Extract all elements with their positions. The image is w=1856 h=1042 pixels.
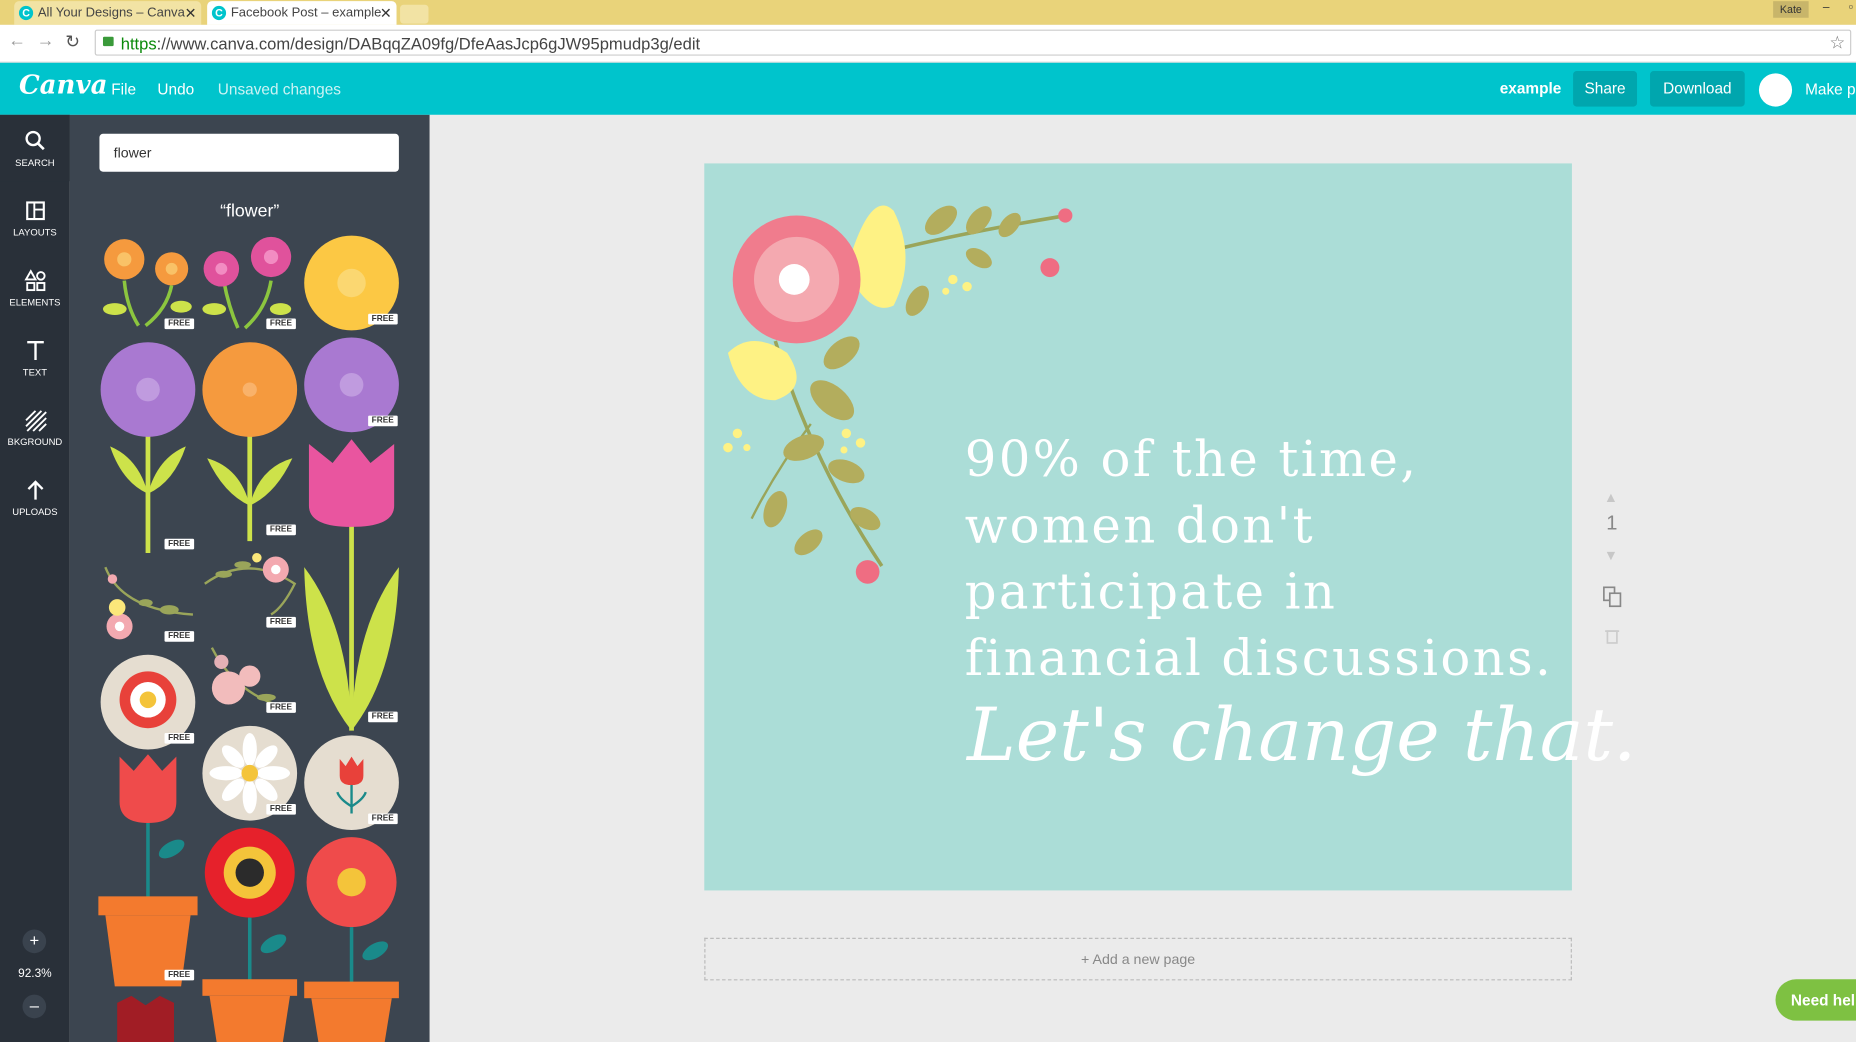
bookmark-star-icon[interactable]: ☆ [1829, 32, 1845, 53]
free-badge: FREE [368, 711, 398, 723]
zoom-out-button[interactable]: – [22, 994, 47, 1019]
make-public-label: Make pu [1805, 80, 1856, 99]
rail-label: LAYOUTS [13, 227, 57, 239]
free-badge: FREE [164, 318, 194, 330]
back-icon[interactable]: ← [8, 31, 26, 51]
free-badge: FREE [266, 702, 296, 713]
canva-logo[interactable]: Canva [19, 70, 108, 101]
rail-item-layouts[interactable]: LAYOUTS [0, 185, 70, 251]
tab-title: All Your Designs – Canva [37, 5, 185, 21]
share-button[interactable]: Share [1573, 71, 1638, 107]
page-number: 1 [1606, 511, 1618, 535]
trash-icon[interactable] [1605, 628, 1620, 645]
url-text: https://www.canva.com/design/DABqqZA09fg… [120, 34, 701, 54]
text-icon [26, 341, 44, 360]
project-name[interactable]: example [1500, 79, 1562, 97]
editor-header: Canva File Undo Unsaved changes example … [0, 62, 1856, 115]
rail-label: UPLOADS [12, 506, 58, 518]
undo-button[interactable]: Undo [157, 81, 194, 99]
url-field[interactable]: https://www.canva.com/design/DABqqZA09fg… [94, 29, 1852, 56]
free-badge: FREE [266, 318, 296, 330]
layouts-icon [25, 201, 45, 221]
free-badge: FREE [266, 616, 296, 628]
move-down-icon[interactable]: ▼ [1604, 547, 1618, 564]
download-button[interactable]: Download [1650, 71, 1745, 107]
free-badge: FREE [368, 415, 398, 427]
free-badge: FREE [164, 538, 194, 550]
forward-icon[interactable]: → [37, 31, 55, 51]
rail-item-search[interactable]: SEARCH [0, 114, 70, 182]
reload-icon[interactable]: ↻ [65, 31, 80, 52]
restore-icon[interactable]: ▫ [1849, 1, 1853, 14]
zoom-in-button[interactable]: + [22, 929, 47, 954]
add-new-page-button[interactable]: + Add a new page [704, 937, 1572, 981]
save-status: Unsaved changes [217, 80, 341, 99]
canva-favicon-icon: C [18, 5, 34, 21]
search-input[interactable] [99, 133, 399, 172]
flower-graphic-branch-wreath[interactable] [200, 548, 299, 619]
rail-label: BKGROUND [7, 436, 63, 448]
free-badge: FREE [368, 313, 398, 325]
flower-graphic-partial[interactable] [110, 995, 181, 1042]
quote-text[interactable]: 90% of the time, women don't participate… [965, 426, 1557, 691]
search-icon [24, 130, 45, 151]
browser-tab-bar: C All Your Designs – Canva ✕ C Facebook … [0, 0, 1856, 25]
free-badge: FREE [368, 813, 398, 825]
rail-item-elements[interactable]: ELEMENTS [0, 255, 70, 321]
rail-item-text[interactable]: TEXT [0, 324, 70, 390]
search-panel: “flower” FREE FREE FREE FREE FREE FREE [69, 114, 430, 1042]
rail-label: SEARCH [15, 157, 55, 169]
make-public-toggle[interactable] [1758, 73, 1793, 107]
flower-graphic-orange-stem[interactable] [200, 340, 299, 544]
file-menu[interactable]: File [111, 81, 136, 99]
flower-graphic-purple-stem[interactable] [98, 340, 197, 556]
address-bar: ← → ↻ https://www.canva.com/design/DABqq… [0, 24, 1856, 63]
design-page[interactable]: 90% of the time, women don't participate… [704, 163, 1636, 891]
close-icon[interactable]: ✕ [185, 1, 197, 25]
free-badge: FREE [164, 631, 194, 642]
tab-all-your-designs[interactable]: C All Your Designs – Canva ✕ [14, 1, 202, 25]
zoom-level: 92.3% [18, 967, 52, 981]
elements-icon [23, 269, 45, 292]
duplicate-page-icon[interactable] [1603, 586, 1622, 608]
new-tab-button[interactable] [400, 4, 429, 24]
need-help-button[interactable]: Need help [1775, 979, 1856, 1021]
move-up-icon[interactable]: ▲ [1604, 489, 1618, 506]
minimize-icon[interactable]: – [1823, 1, 1830, 14]
tab-title: Facebook Post – example [230, 5, 382, 21]
lock-icon [102, 36, 114, 47]
cta-text[interactable]: Let's change that. [967, 692, 1636, 778]
uploads-icon [26, 480, 43, 500]
free-badge: FREE [164, 969, 194, 981]
left-rail: SEARCH LAYOUTS ELEMENTS TEXT BKGROUND UP… [0, 114, 70, 1042]
free-badge: FREE [164, 732, 194, 744]
background-icon [24, 410, 47, 432]
free-badge: FREE [266, 803, 296, 815]
rail-label: TEXT [22, 367, 48, 378]
free-badge: FREE [266, 524, 296, 536]
flower-graphic-tulip-pot[interactable] [98, 754, 198, 991]
user-badge[interactable]: Kate [1773, 1, 1809, 18]
rail-item-background[interactable]: BKGROUND [0, 394, 70, 460]
rail-label: ELEMENTS [9, 297, 61, 308]
tab-facebook-post[interactable]: C Facebook Post – example ✕ [207, 1, 397, 25]
close-icon[interactable]: ✕ [380, 1, 392, 25]
canva-favicon-icon: C [211, 5, 227, 21]
flower-graphic-sunflower-pot[interactable] [200, 825, 299, 1042]
results-title: “flower” [220, 201, 280, 222]
flower-graphic-daisy-pot[interactable] [302, 835, 401, 1042]
flower-graphic-tulip-tall[interactable] [302, 437, 401, 733]
rail-item-uploads[interactable]: UPLOADS [0, 464, 70, 530]
